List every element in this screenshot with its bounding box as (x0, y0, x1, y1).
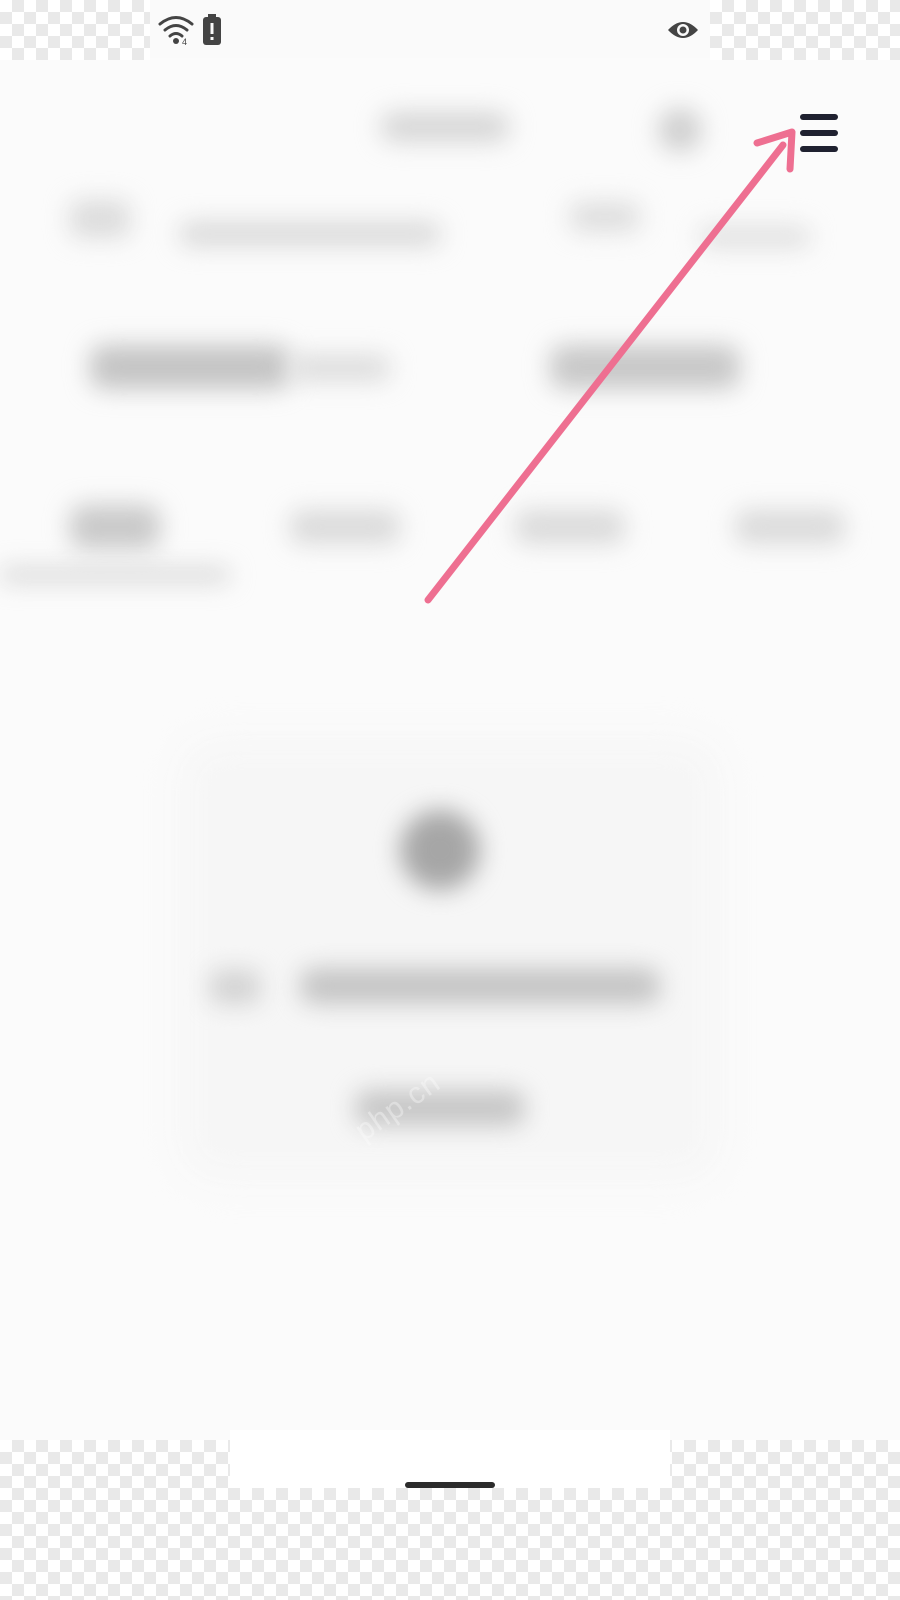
transparent-region-top-right (710, 0, 900, 60)
bottom-nav-panel (230, 1430, 670, 1488)
blurred-tab-4 (735, 510, 845, 544)
blurred-row-right-a (570, 202, 640, 232)
blurred-stat-left-tail (290, 355, 390, 381)
blurred-tab-underline (0, 568, 230, 582)
blurred-header-avatar (658, 108, 702, 152)
blurred-tab-3 (515, 510, 625, 544)
home-indicator[interactable] (405, 1482, 495, 1488)
eye-icon (666, 16, 700, 49)
blurred-tab-1 (70, 505, 160, 549)
wifi-icon: 4 (158, 14, 194, 51)
blurred-stat-left (90, 345, 290, 389)
blurred-empty-text (300, 968, 660, 1004)
blurred-stat-right (550, 345, 740, 389)
annotation-arrow-head (753, 128, 796, 173)
hamburger-menu-button[interactable] (794, 108, 842, 158)
blurred-row-icon (70, 200, 130, 238)
battery-alert-icon (202, 14, 222, 51)
transparent-region-top-left (0, 0, 150, 60)
status-bar: 4 (150, 0, 710, 58)
blurred-empty-text-icon (210, 970, 260, 1004)
blurred-row-text (180, 222, 440, 246)
blurred-header-pill (380, 112, 510, 142)
blurred-tab-2 (290, 510, 400, 544)
blurred-empty-icon (400, 810, 480, 890)
blurred-row-right-b (700, 226, 810, 248)
svg-text:4: 4 (182, 37, 187, 46)
